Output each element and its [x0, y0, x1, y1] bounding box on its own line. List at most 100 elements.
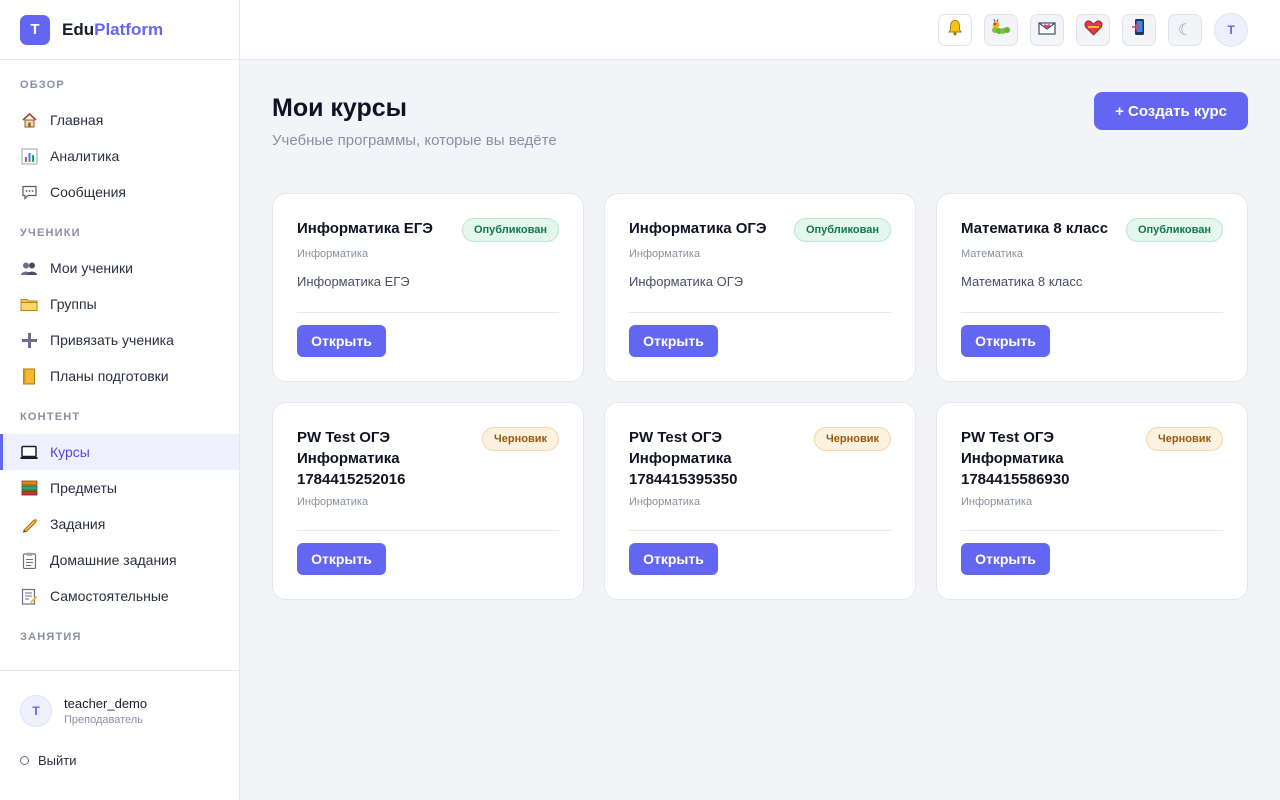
sidebar-nav: ОБЗОР Главная Аналитика Сообщения УЧЕНИК…	[0, 60, 239, 654]
sidebar-item-label: Главная	[50, 112, 104, 128]
open-course-button[interactable]: Открыть	[961, 325, 1050, 357]
open-course-button[interactable]: Открыть	[297, 543, 386, 575]
notebook-icon	[20, 367, 38, 385]
course-title[interactable]: Математика 8 класс	[961, 218, 1108, 239]
card-divider	[297, 312, 559, 313]
books-icon	[20, 479, 38, 497]
theme-toggle-button[interactable]: ☾	[1168, 13, 1202, 46]
sidebar-item-homework[interactable]: Домашние задания	[0, 542, 239, 578]
course-card-header: Математика 8 класс Опубликован	[961, 218, 1223, 242]
course-card-header: PW Test ОГЭ Информатика 1784415395350 Че…	[629, 427, 891, 490]
status-badge: Опубликован	[793, 218, 891, 242]
course-card: PW Test ОГЭ Информатика 1784415586930 Че…	[936, 402, 1248, 600]
sidebar-item-label: Домашние задания	[50, 552, 177, 568]
sidebar-item-messages[interactable]: Сообщения	[0, 174, 239, 210]
sidebar-item-analytics[interactable]: Аналитика	[0, 138, 239, 174]
course-title[interactable]: Информатика ЕГЭ	[297, 218, 433, 239]
open-course-button[interactable]: Открыть	[297, 325, 386, 357]
phone-exit-icon	[1131, 18, 1147, 41]
sidebar-item-prep-plans[interactable]: Планы подготовки	[0, 358, 239, 394]
course-title[interactable]: PW Test ОГЭ Информатика 1784415252016	[297, 427, 467, 490]
nav-section-content: КОНТЕНТ	[20, 411, 81, 423]
page-header: Мои курсы Учебные программы, которые вы …	[272, 92, 1248, 149]
sidebar-item-label: Задания	[50, 516, 106, 532]
brand-name: EduPlatform	[62, 20, 163, 40]
sidebar-item-label: Предметы	[50, 480, 117, 496]
user-info: teacher_demo Преподаватель	[64, 696, 147, 726]
sidebar-item-home[interactable]: Главная	[0, 102, 239, 138]
course-title[interactable]: PW Test ОГЭ Информатика 1784415586930	[961, 427, 1131, 490]
sidebar-item-courses[interactable]: Курсы	[0, 434, 239, 470]
sidebar-item-label: Планы подготовки	[50, 368, 169, 384]
course-description: Информатика ЕГЭ	[297, 274, 410, 289]
status-badge: Опубликован	[1125, 218, 1223, 242]
status-badge: Черновик	[482, 427, 559, 451]
caterpillar-button[interactable]	[984, 13, 1018, 46]
logout-button[interactable]: Выйти	[20, 753, 219, 768]
moon-icon: ☾	[1177, 21, 1193, 39]
logout-label: Выйти	[38, 753, 77, 768]
avatar: T	[20, 695, 52, 727]
header-avatar[interactable]: T	[1214, 12, 1248, 47]
course-card-header: Информатика ОГЭ Опубликован	[629, 218, 891, 242]
course-card: PW Test ОГЭ Информатика 1784415252016 Че…	[272, 402, 584, 600]
open-course-button[interactable]: Открыть	[629, 543, 718, 575]
notifications-button[interactable]	[938, 13, 972, 46]
mail-button[interactable]	[1030, 13, 1064, 46]
brand[interactable]: T EduPlatform	[0, 0, 239, 60]
course-description: Информатика ОГЭ	[629, 274, 744, 289]
status-badge: Черновик	[814, 427, 891, 451]
course-subject: Информатика	[961, 496, 1033, 508]
status-badge: Опубликован	[461, 218, 559, 242]
course-description: Математика 8 класс	[961, 274, 1083, 289]
sidebar-item-independent-work[interactable]: Самостоятельные	[0, 578, 239, 614]
course-card: Информатика ОГЭ Опубликован Информатика …	[604, 193, 916, 382]
card-divider	[629, 530, 891, 531]
sidebar-item-link-student[interactable]: Привязать ученика	[0, 322, 239, 358]
sidebar-item-groups[interactable]: Группы	[0, 286, 239, 322]
sidebar-item-label: Группы	[50, 296, 97, 312]
course-card: PW Test ОГЭ Информатика 1784415395350 Че…	[604, 402, 916, 600]
user-panel: T teacher_demo Преподаватель Выйти	[0, 670, 239, 768]
bell-icon	[947, 19, 963, 41]
course-subject: Математика	[961, 248, 1023, 260]
card-divider	[297, 530, 559, 531]
sidebar-item-tasks[interactable]: Задания	[0, 506, 239, 542]
courses-grid: Информатика ЕГЭ Опубликован Информатика …	[272, 193, 1248, 600]
sidebar-item-label: Аналитика	[50, 148, 120, 164]
course-title[interactable]: PW Test ОГЭ Информатика 1784415395350	[629, 427, 799, 490]
brand-name-part1: Edu	[62, 19, 95, 39]
laptop-icon	[20, 443, 38, 461]
pencil-icon	[20, 515, 38, 533]
page-subtitle: Учебные программы, которые вы ведёте	[272, 132, 557, 149]
brand-logo: T	[20, 14, 50, 45]
card-divider	[961, 530, 1223, 531]
open-course-button[interactable]: Открыть	[629, 325, 718, 357]
course-card-header: Информатика ЕГЭ Опубликован	[297, 218, 559, 242]
sidebar-item-label: Сообщения	[50, 184, 126, 200]
create-course-button[interactable]: + Создать курс	[1094, 92, 1248, 130]
envelope-heart-icon	[1038, 19, 1056, 40]
exit-button[interactable]	[1122, 13, 1156, 46]
sidebar-item-label: Курсы	[50, 444, 90, 460]
favorites-button[interactable]	[1076, 13, 1110, 46]
course-card-header: PW Test ОГЭ Информатика 1784415586930 Че…	[961, 427, 1223, 490]
sidebar-item-label: Привязать ученика	[50, 332, 174, 348]
nav-section-students: УЧЕНИКИ	[20, 227, 81, 239]
user-role: Преподаватель	[64, 714, 143, 726]
folder-icon	[20, 295, 38, 313]
card-divider	[961, 312, 1223, 313]
user-profile[interactable]: T teacher_demo Преподаватель	[20, 695, 219, 727]
course-subject: Информатика	[629, 248, 701, 260]
nav-section-lessons: ЗАНЯТИЯ	[20, 631, 82, 643]
sidebar-item-my-students[interactable]: Мои ученики	[0, 250, 239, 286]
open-course-button[interactable]: Открыть	[961, 543, 1050, 575]
sidebar-item-subjects[interactable]: Предметы	[0, 470, 239, 506]
sidebar-item-label: Мои ученики	[50, 260, 133, 276]
sidebar: T EduPlatform ОБЗОР Главная Аналитика Со…	[0, 0, 240, 800]
course-title[interactable]: Информатика ОГЭ	[629, 218, 767, 239]
house-icon	[20, 111, 38, 129]
course-subject: Информатика	[297, 248, 369, 260]
top-bar: ☾ T	[240, 0, 1280, 60]
course-card: Информатика ЕГЭ Опубликован Информатика …	[272, 193, 584, 382]
